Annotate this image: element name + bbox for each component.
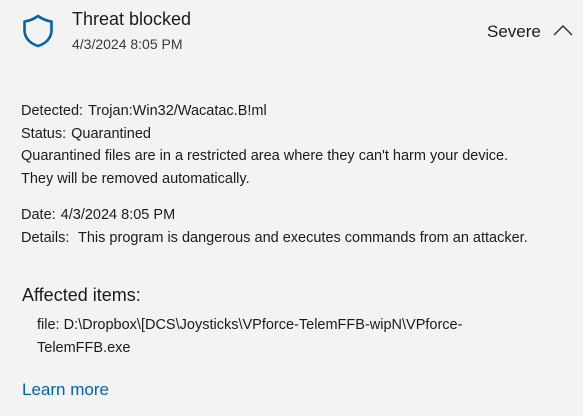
status-note-line1: Quarantined files are in a restricted ar…: [21, 148, 509, 164]
details-value: This program is dangerous and executes c…: [78, 229, 528, 246]
date-row: Date: 4/3/2024 8:05 PM: [21, 204, 571, 227]
status-row: Status: Quarantined: [21, 123, 571, 146]
affected-file-path: file: D:\Dropbox\[DCS\Joysticks\VPforce-…: [37, 317, 463, 356]
affected-items-title: Affected items:: [22, 285, 141, 305]
threat-card: Threat blocked 4/3/2024 8:05 PM Severe D…: [0, 0, 585, 416]
severity-label: Severe: [487, 22, 541, 41]
detected-value: Trojan:Win32/Wacatac.B!ml: [88, 103, 267, 119]
threat-title: Threat blocked: [72, 9, 192, 29]
status-label: Status:: [21, 125, 67, 142]
detected-label: Detected:: [21, 103, 84, 119]
chevron-up-icon[interactable]: [552, 22, 574, 38]
details-row: Details: This program is dangerous and e…: [21, 227, 571, 250]
status-note-line2: They will be removed automatically.: [21, 170, 250, 187]
threat-timestamp: 4/3/2024 8:05 PM: [72, 36, 183, 52]
shield-icon: [23, 14, 53, 48]
details-label: Details:: [21, 229, 70, 246]
detected-row: Detected: Trojan:Win32/Wacatac.B!ml: [21, 100, 571, 123]
date-value: 4/3/2024 8:05 PM: [60, 207, 176, 223]
date-label: Date:: [21, 207, 56, 223]
threat-details: Detected: Trojan:Win32/Wacatac.B!ml Statu…: [21, 100, 571, 249]
learn-more-link[interactable]: Learn more: [22, 380, 109, 400]
threat-header[interactable]: Threat blocked 4/3/2024 8:05 PM Severe: [0, 0, 583, 62]
status-value: Quarantined: [71, 125, 151, 142]
